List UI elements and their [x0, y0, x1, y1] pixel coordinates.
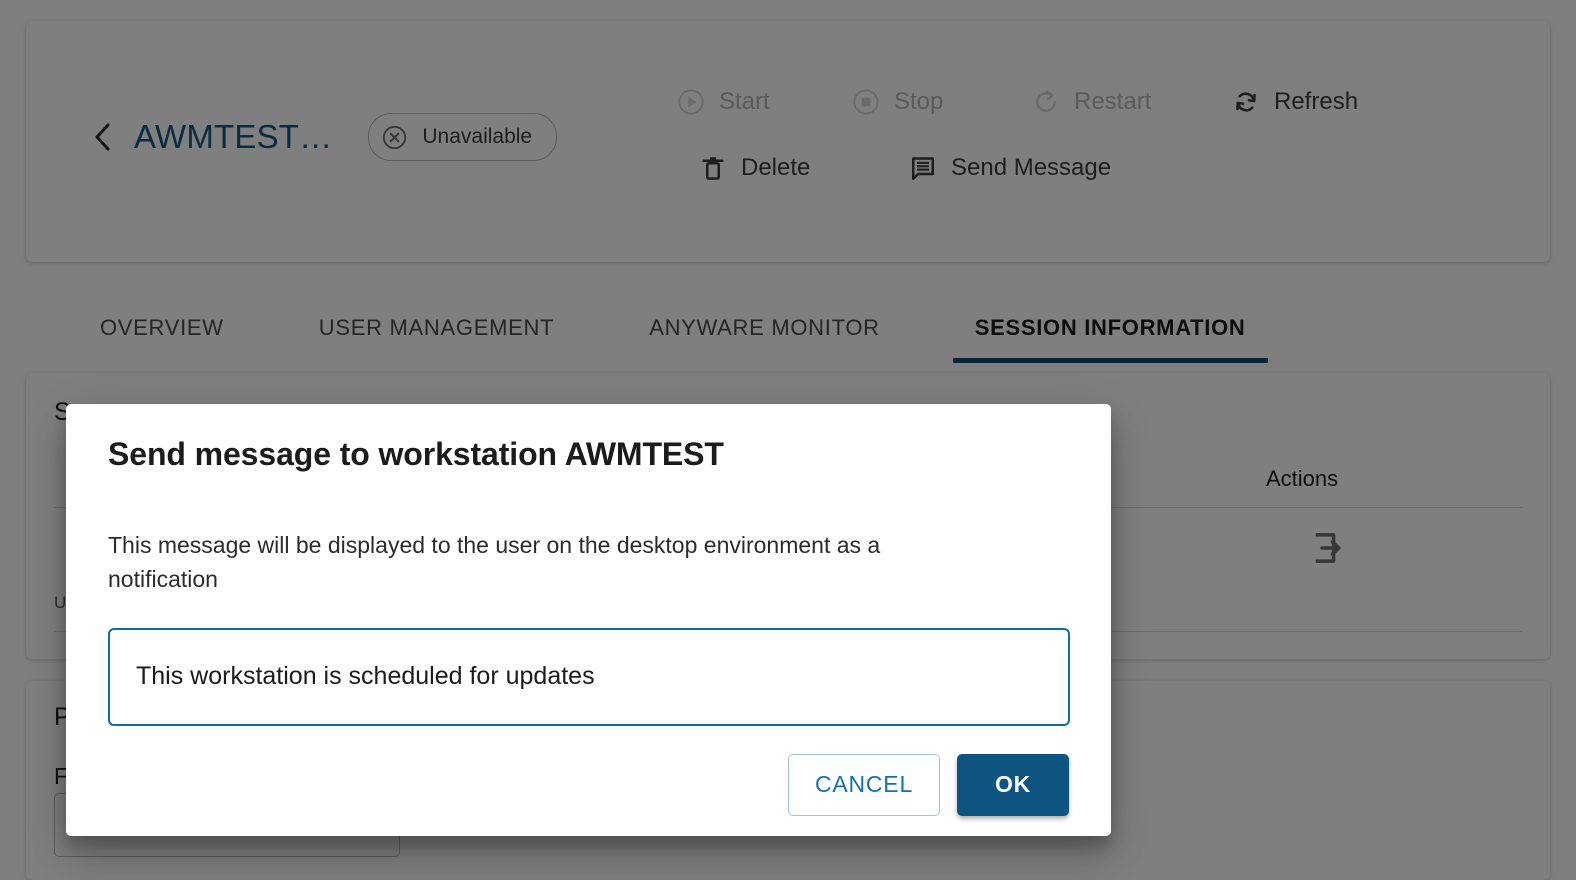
dialog-title: Send message to workstation AWMTEST — [108, 436, 724, 472]
message-input[interactable] — [108, 627, 1070, 726]
dialog-description: This message will be displayed to the us… — [108, 532, 881, 592]
cancel-button[interactable]: CANCEL — [788, 753, 940, 816]
send-message-dialog: Send message to workstation AWMTEST This… — [66, 404, 1111, 836]
dialog-button-row: CANCEL OK — [108, 753, 1069, 816]
ok-button[interactable]: OK — [957, 753, 1069, 816]
